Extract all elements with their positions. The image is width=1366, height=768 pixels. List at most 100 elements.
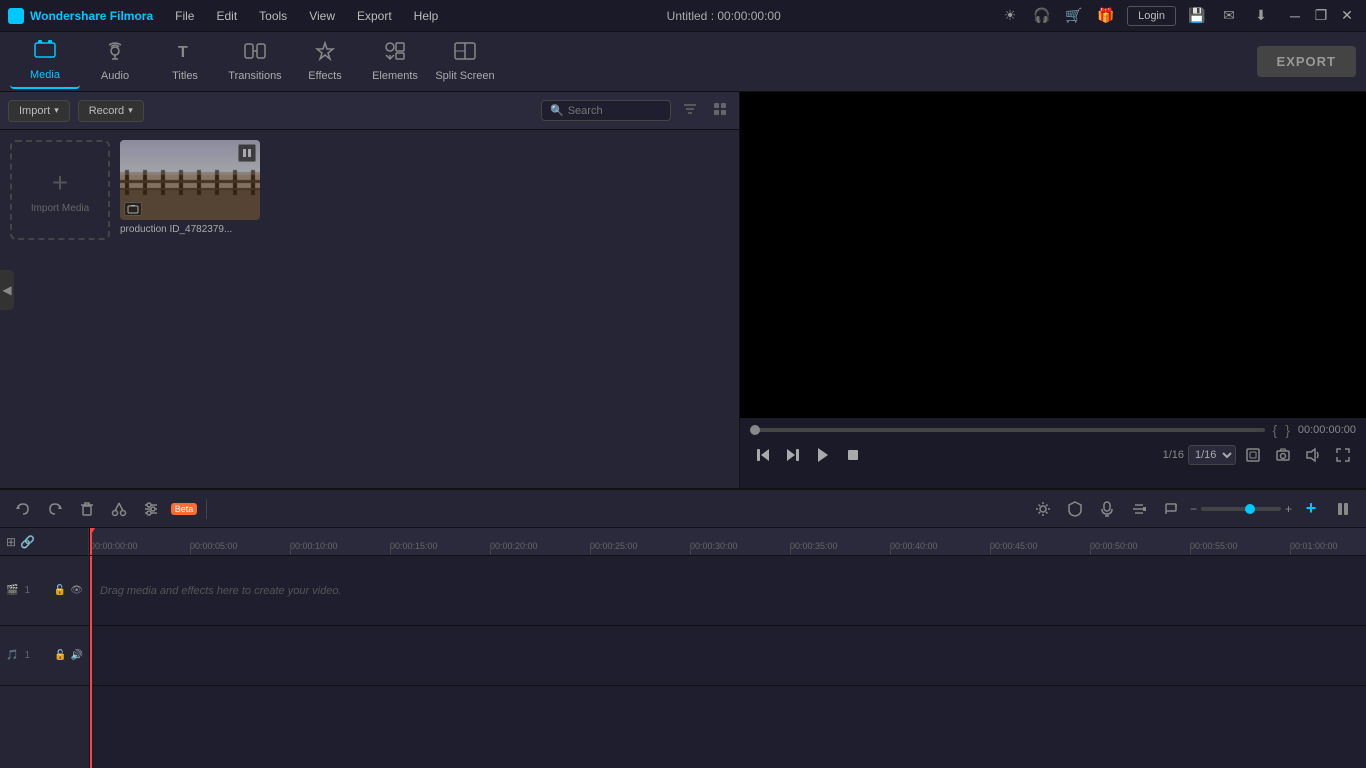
toolbar-effects[interactable]: Effects: [290, 35, 360, 89]
zoom-out-icon[interactable]: −: [1190, 502, 1197, 516]
audio-volume-icon[interactable]: 🔊: [71, 650, 83, 661]
adjust-button[interactable]: [138, 496, 164, 522]
menu-help[interactable]: Help: [404, 5, 449, 27]
toolbar-split-screen[interactable]: Split Screen: [430, 35, 500, 89]
timeline-pause-button[interactable]: [1330, 496, 1356, 522]
left-brace: {: [1273, 422, 1278, 438]
media-thumbnail: [120, 140, 260, 220]
sun-icon[interactable]: ☀: [999, 5, 1021, 27]
search-input[interactable]: [568, 105, 658, 117]
mix-icon[interactable]: [1126, 496, 1152, 522]
audio-track-icon: 🎵: [6, 650, 18, 661]
scale-select[interactable]: 1/16 1/8 1/4 Full: [1188, 445, 1236, 465]
window-title: Untitled : 00:00:00:00: [448, 9, 999, 23]
snapshot-icon[interactable]: [1270, 442, 1296, 468]
toolbar-split-label: Split Screen: [435, 70, 494, 82]
download-icon[interactable]: ⬇: [1250, 5, 1272, 27]
close-button[interactable]: ✕: [1336, 5, 1358, 27]
headphone-icon[interactable]: 🎧: [1031, 5, 1053, 27]
preview-buttons: 1/16 1/16 1/8 1/4 Full: [750, 442, 1356, 468]
video-track-control: 🎬 1 🔓 👁: [0, 556, 89, 626]
record-button[interactable]: Record ▾: [78, 100, 144, 122]
thumb-overlay-icon: [238, 144, 256, 162]
eye-icon[interactable]: 👁: [70, 585, 83, 596]
cut-button[interactable]: [106, 496, 132, 522]
preview-controls: { } 00:00:00:00: [740, 418, 1366, 488]
menu-file[interactable]: File: [165, 5, 204, 27]
mail-icon[interactable]: ✉: [1218, 5, 1240, 27]
link-icon[interactable]: 🔗: [20, 535, 35, 549]
ruler-mark: 00:00:30:00: [690, 541, 738, 551]
ruler-tick: [990, 547, 991, 555]
import-media-tile[interactable]: + Import Media: [10, 140, 110, 240]
toolbar-elements[interactable]: Elements: [360, 35, 430, 89]
zoom-track[interactable]: [1201, 507, 1281, 511]
add-track-button[interactable]: +: [1298, 496, 1324, 522]
step-back-button[interactable]: [750, 442, 776, 468]
toolbar-divider: [206, 499, 207, 519]
minimize-button[interactable]: ─: [1284, 5, 1306, 27]
ruler-mark: 00:00:05:00: [190, 541, 238, 551]
zoom-in-icon[interactable]: +: [1285, 502, 1292, 516]
menu-export[interactable]: Export: [347, 5, 402, 27]
record-label: Record: [89, 105, 124, 117]
ruler-mark: 00:00:15:00: [390, 541, 438, 551]
timeline-area: Beta: [0, 488, 1366, 768]
fit-screen-icon[interactable]: [1240, 442, 1266, 468]
play-button[interactable]: [810, 442, 836, 468]
ruler-spacer-label: ⊞ 🔗: [0, 528, 89, 556]
playhead[interactable]: [90, 528, 92, 555]
panel-toggle[interactable]: ◀: [0, 270, 14, 310]
ruler-mark: 00:00:10:00: [290, 541, 338, 551]
toolbar-titles-label: Titles: [172, 70, 198, 82]
zoom-thumb[interactable]: [1245, 504, 1255, 514]
ruler-tick: [790, 547, 791, 555]
save-icon[interactable]: 💾: [1186, 5, 1208, 27]
toolbar-titles[interactable]: T Titles: [150, 35, 220, 89]
login-button[interactable]: Login: [1127, 6, 1176, 26]
volume-icon[interactable]: [1300, 442, 1326, 468]
lock-icon[interactable]: 🔓: [54, 585, 66, 596]
progress-handle[interactable]: [750, 425, 760, 435]
settings-icon[interactable]: [1030, 496, 1056, 522]
progress-track[interactable]: [750, 428, 1265, 432]
ruler-mark: 00:00:00:00: [90, 541, 138, 551]
toolbar-media[interactable]: Media: [10, 35, 80, 89]
microphone-icon[interactable]: [1094, 496, 1120, 522]
toolbar-audio[interactable]: Audio: [80, 35, 150, 89]
filter-icon[interactable]: [679, 98, 701, 123]
stop-button[interactable]: [840, 442, 866, 468]
add-media-icon[interactable]: ⊞: [6, 535, 16, 549]
menu-view[interactable]: View: [299, 5, 345, 27]
undo-button[interactable]: [10, 496, 36, 522]
audio-lock-icon[interactable]: 🔓: [54, 650, 66, 661]
redo-button[interactable]: [42, 496, 68, 522]
delete-button[interactable]: [74, 496, 100, 522]
playhead-head: [90, 528, 95, 536]
step-forward-button[interactable]: [780, 442, 806, 468]
menu-tools[interactable]: Tools: [249, 5, 297, 27]
shield-icon[interactable]: [1062, 496, 1088, 522]
media-panel: Import ▾ Record ▾ 🔍: [0, 92, 740, 488]
zoom-control: − +: [1190, 502, 1292, 516]
toolbar-media-label: Media: [30, 69, 60, 81]
app-icon: [8, 8, 24, 24]
export-button[interactable]: EXPORT: [1257, 46, 1356, 77]
import-button[interactable]: Import ▾: [8, 100, 70, 122]
split-button[interactable]: Beta: [170, 496, 196, 522]
gift-icon[interactable]: 🎁: [1095, 5, 1117, 27]
fullscreen-icon[interactable]: [1330, 442, 1356, 468]
media-item[interactable]: production ID_4782379...: [120, 140, 260, 240]
maximize-button[interactable]: ❐: [1310, 5, 1332, 27]
ruler-mark: 00:01:00:00: [1290, 541, 1338, 551]
effects-icon: [314, 41, 336, 66]
cart-icon[interactable]: 🛒: [1063, 5, 1085, 27]
svg-text:T: T: [178, 44, 188, 61]
timeline-ruler[interactable]: 00:00:00:00 00:00:05:00 00:00:10:00 00:00:1…: [90, 528, 1366, 556]
menu-edit[interactable]: Edit: [206, 5, 247, 27]
transitions-icon: [244, 41, 266, 66]
toolbar-transitions[interactable]: Transitions: [220, 35, 290, 89]
crop-icon[interactable]: [1158, 496, 1184, 522]
ruler-tick: [1290, 547, 1291, 555]
grid-view-icon[interactable]: [709, 98, 731, 123]
